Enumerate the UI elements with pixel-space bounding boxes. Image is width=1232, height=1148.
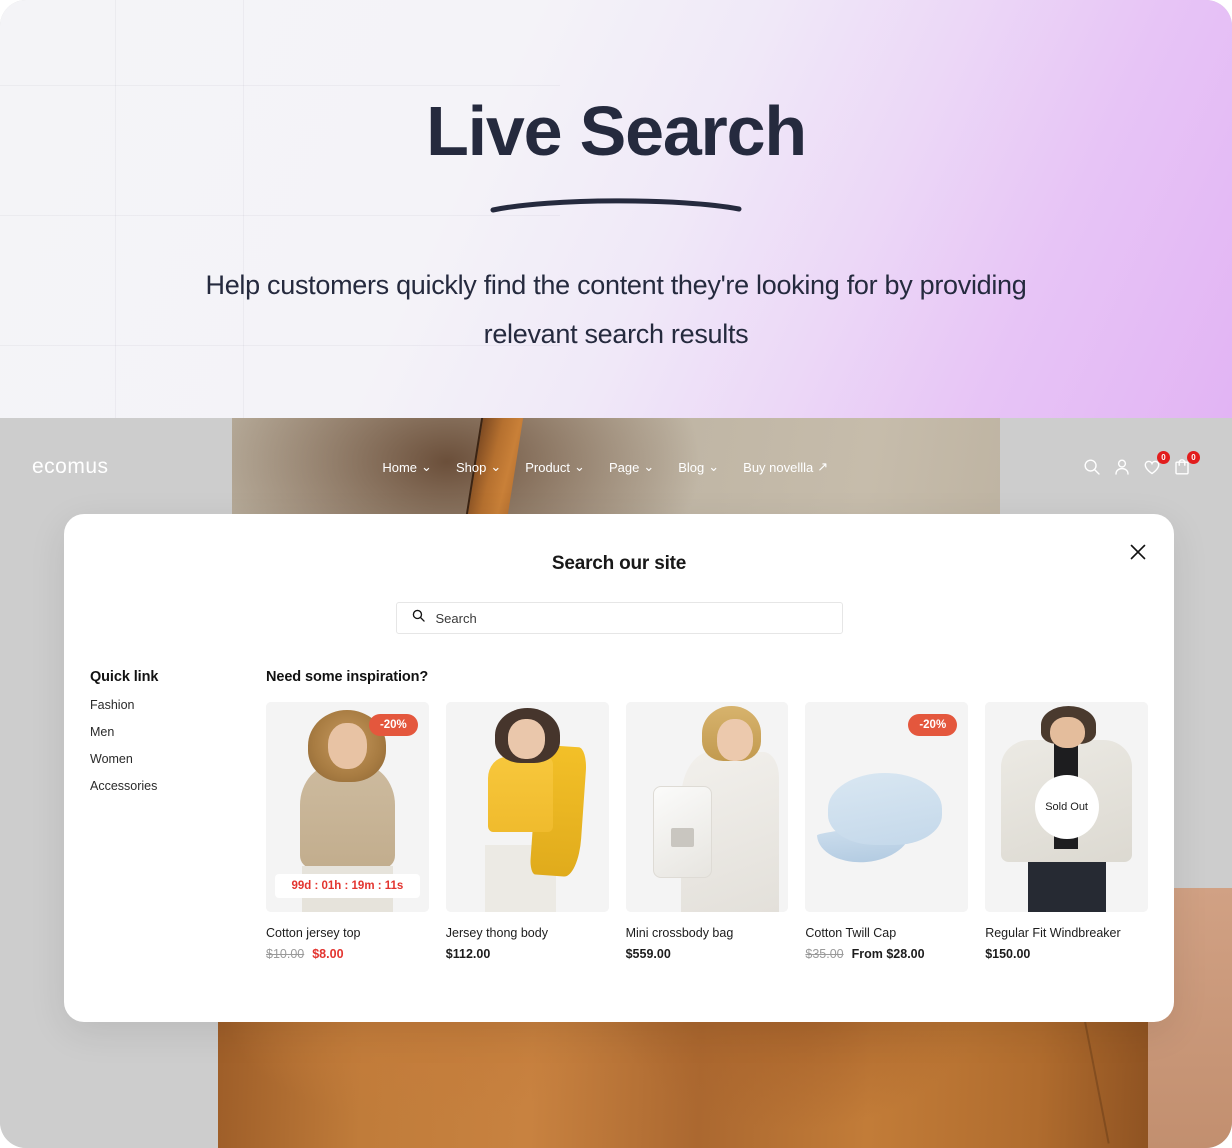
search-modal: Search our site Quick link Fashion Men W… <box>64 514 1174 1022</box>
nav-item-label: Product <box>525 459 571 475</box>
chevron-down-icon: ⌄ <box>490 459 502 474</box>
close-icon[interactable] <box>1124 538 1152 566</box>
chevron-down-icon: ⌄ <box>643 459 655 474</box>
product-old-price: $10.00 <box>266 947 305 961</box>
product-price-row: $559.00 <box>626 947 789 961</box>
search-icon[interactable] <box>1082 457 1102 477</box>
product-card[interactable]: Mini crossbody bag $559.00 <box>625 702 789 961</box>
search-icon <box>411 608 426 628</box>
product-price: $8.00 <box>312 947 344 961</box>
hero-subtitle: Help customers quickly find the content … <box>205 270 1027 349</box>
product-card[interactable]: Sold Out Regular Fit Windbreaker $150.00 <box>985 702 1148 961</box>
chevron-down-icon: ⌄ <box>708 459 720 474</box>
search-field-wrapper[interactable] <box>395 602 843 634</box>
discount-badge: -20% <box>368 714 418 736</box>
discount-badge: -20% <box>908 714 958 736</box>
product-price: $559.00 <box>625 947 671 961</box>
modal-title: Search our site <box>551 553 687 574</box>
product-price-row: $112.00 <box>446 947 609 961</box>
user-icon[interactable] <box>1112 457 1132 477</box>
nav-item-label: Blog <box>678 459 705 475</box>
product-price-row: $150.00 <box>985 947 1148 961</box>
nav-item-label: Home <box>382 459 418 475</box>
modal-body: Quick link Fashion Men Women Accessories… <box>64 634 1174 961</box>
product-photo-art <box>445 702 609 912</box>
chevron-down-icon: ⌄ <box>574 459 585 474</box>
product-price: $112.00 <box>445 947 491 961</box>
nav-icon-group: 0 0 <box>1082 451 1200 477</box>
product-name: Jersey thong body <box>445 926 548 940</box>
quick-link-item-men[interactable]: Men <box>90 725 266 739</box>
search-input[interactable] <box>435 610 828 626</box>
product-card[interactable]: -20% Cotton Twill Cap $35.00 From $28.00 <box>805 702 969 961</box>
product-image[interactable] <box>625 702 789 912</box>
product-price: From $28.00 <box>851 947 925 961</box>
product-photo-art <box>625 702 789 912</box>
quick-link-item-fashion[interactable]: Fashion <box>90 698 266 712</box>
product-image[interactable]: -20% 99d : 01h : 19m : 11s <box>266 702 429 912</box>
product-image[interactable]: -20% <box>805 702 969 912</box>
product-name: Cotton Twill Cap <box>805 926 897 940</box>
product-grid: -20% 99d : 01h : 19m : 11s Cotton jersey… <box>266 702 1148 961</box>
product-card[interactable]: -20% 99d : 01h : 19m : 11s Cotton jersey… <box>266 702 429 961</box>
product-name: Regular Fit Windbreaker <box>985 926 1121 940</box>
product-price-row: $35.00 From $28.00 <box>805 947 968 961</box>
product-name: Cotton jersey top <box>266 926 361 940</box>
nav-item-label: Buy novellla <box>743 459 814 475</box>
quick-link-item-accessories[interactable]: Accessories <box>90 779 266 793</box>
quick-link-title: Quick link <box>90 669 159 685</box>
site-navbar: ecomus Home ⌄ Shop ⌄ Product ⌄ Page ⌄ Bl… <box>0 418 1232 516</box>
cart-count-badge: 0 <box>1187 451 1200 464</box>
nav-item-shop[interactable]: Shop ⌄ <box>456 459 501 475</box>
nav-item-label: Page <box>608 459 640 475</box>
page-root: Live Search Help customers quickly find … <box>0 0 1232 1148</box>
nav-menu: Home ⌄ Shop ⌄ Product ⌄ Page ⌄ Blog ⌄ Bu… <box>129 459 1082 475</box>
cart-bag-icon[interactable]: 0 <box>1172 451 1200 477</box>
inspiration-results: Need some inspiration? -20% 99d : 01h : … <box>266 669 1148 961</box>
title-underline-swoosh <box>490 198 742 213</box>
site-logo[interactable]: ecomus <box>32 455 109 479</box>
wishlist-count-badge: 0 <box>1157 451 1170 464</box>
countdown-timer: 99d : 01h : 19m : 11s <box>275 874 420 898</box>
hero-section: Live Search Help customers quickly find … <box>0 0 1232 418</box>
nav-item-blog[interactable]: Blog ⌄ <box>678 459 719 475</box>
product-price: $150.00 <box>985 947 1031 961</box>
nav-item-home[interactable]: Home ⌄ <box>382 459 432 475</box>
nav-item-product[interactable]: Product ⌄ <box>525 459 585 475</box>
product-name: Mini crossbody bag <box>625 926 734 940</box>
page-title: Live Search <box>426 92 807 170</box>
nav-item-label: Shop <box>455 459 487 475</box>
chevron-down-icon: ⌄ <box>421 459 432 474</box>
arrow-up-right-icon: ↗ <box>817 459 829 474</box>
quick-link-sidebar: Quick link Fashion Men Women Accessories <box>90 669 266 961</box>
wishlist-heart-icon[interactable]: 0 <box>1142 451 1170 477</box>
nav-item-buy-novellla[interactable]: Buy novellla ↗ <box>743 459 828 475</box>
nav-item-page[interactable]: Page ⌄ <box>609 459 654 475</box>
product-price-row: $10.00 $8.00 <box>266 947 429 961</box>
product-image[interactable] <box>445 702 609 912</box>
product-card[interactable]: Jersey thong body $112.00 <box>445 702 609 961</box>
sold-out-badge: Sold Out <box>1034 775 1099 839</box>
product-old-price: $35.00 <box>805 947 844 961</box>
product-image[interactable]: Sold Out <box>985 702 1148 912</box>
quick-link-item-women[interactable]: Women <box>90 752 266 766</box>
results-title: Need some inspiration? <box>266 669 429 685</box>
